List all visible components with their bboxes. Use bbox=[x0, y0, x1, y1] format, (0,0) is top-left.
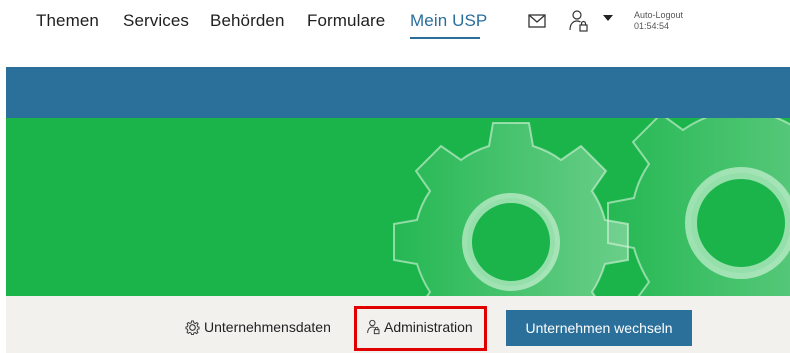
company-data-link[interactable]: Unternehmensdaten bbox=[185, 319, 331, 335]
header-band bbox=[6, 67, 790, 118]
user-lock-icon[interactable] bbox=[568, 9, 588, 33]
switch-company-button[interactable]: Unternehmen wechseln bbox=[506, 310, 692, 346]
nav-item-formulare[interactable]: Formulare bbox=[307, 11, 385, 31]
gear-icon bbox=[185, 319, 200, 335]
active-nav-indicator bbox=[410, 37, 480, 39]
autologout-label: Auto-Logout bbox=[634, 10, 684, 20]
nav-item-mein-usp[interactable]: Mein USP bbox=[410, 11, 487, 31]
nav-item-services[interactable]: Services bbox=[123, 11, 189, 31]
caret-down-icon[interactable] bbox=[603, 14, 613, 22]
top-navigation: Themen Services Behörden Formulare Mein … bbox=[0, 0, 790, 66]
gears-illustration bbox=[393, 118, 790, 296]
nav-item-themen[interactable]: Themen bbox=[36, 11, 99, 31]
switch-company-label: Unternehmen wechseln bbox=[525, 320, 673, 336]
hero-banner bbox=[6, 118, 790, 296]
nav-item-behoerden[interactable]: Behörden bbox=[210, 11, 285, 31]
company-data-label: Unternehmensdaten bbox=[204, 319, 331, 335]
envelope-icon[interactable] bbox=[528, 14, 546, 28]
highlight-frame bbox=[354, 306, 487, 351]
autologout-timer: 01:54:54 bbox=[634, 21, 670, 31]
